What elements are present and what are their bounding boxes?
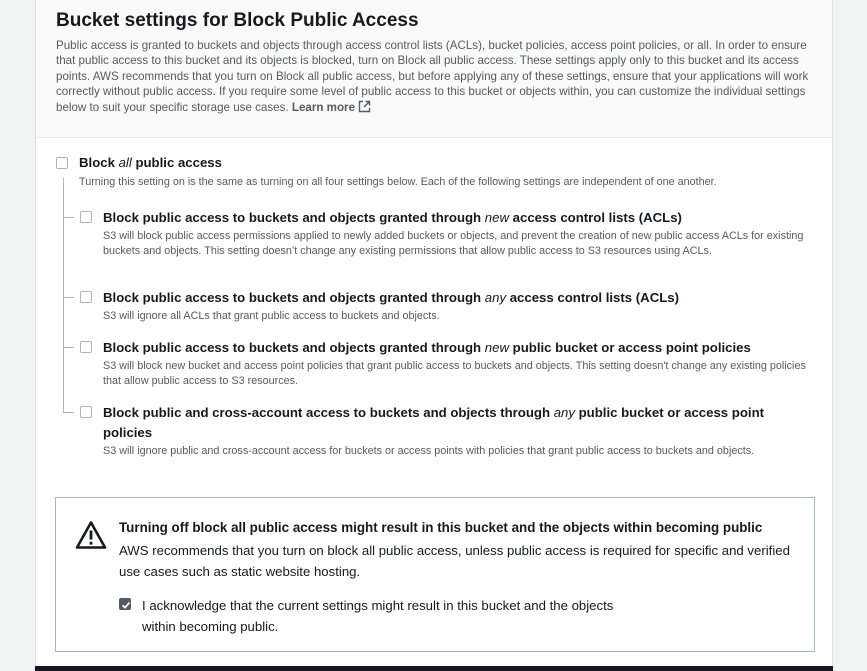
option-label-pre: Block public access to buckets and objec… [103,340,485,355]
acknowledge-label: I acknowledge that the current settings … [142,598,614,634]
warning-title: Turning off block all public access migh… [119,520,763,535]
tree-branch [63,297,74,298]
option-new-policies-checkbox[interactable] [80,341,92,353]
option-label-em: new [484,340,509,355]
option-new-acls-checkbox[interactable] [80,211,92,223]
tree-branch [63,412,74,413]
option-any-policies-checkbox[interactable] [80,406,92,418]
option-label-pre: Block public access to buckets and objec… [103,290,485,305]
option-new-policies-description: S3 will block new bucket and access poin… [103,360,806,387]
block-all-checkbox[interactable] [56,157,68,169]
warning-alert: Turning off block all public access migh… [55,497,815,652]
block-all-label-em: all [118,155,132,170]
panel-header: Bucket settings for Block Public Access … [36,0,832,138]
option-label-post: access control lists (ACLs) [506,290,680,305]
section-title: Bucket settings for Block Public Access [56,10,419,31]
option-label-em: new [484,210,509,225]
block-all-label-pre: Block [79,155,119,170]
warning-text: AWS recommends that you turn on block al… [119,543,790,579]
option-any-acls-description: S3 will ignore all ACLs that grant publi… [103,310,440,322]
block-all-label: Block all public access [79,155,222,170]
option-new-policies-label: Block public access to buckets and objec… [103,340,751,355]
option-any-acls-checkbox[interactable] [80,291,92,303]
warning-triangle-icon [75,520,107,555]
option-any-policies-label-line2: policies [103,425,153,440]
section-description: Public access is granted to buckets and … [56,38,816,117]
tree-connector [63,178,64,412]
block-all-description: Turning this setting on is the same as t… [79,176,717,188]
option-label-post: access control lists (ACLs) [508,210,682,225]
learn-more-label: Learn more [291,100,356,114]
option-any-policies-description: S3 will ignore public and cross-account … [103,445,755,457]
option-label-pre: Block public and cross-account access to… [103,405,554,420]
checkmark-icon [121,601,131,609]
option-new-acls-label: Block public access to buckets and objec… [103,210,682,225]
option-label-em: any [553,405,575,420]
option-label-em: any [484,290,507,305]
learn-more-link[interactable]: Learn more [291,100,371,117]
external-link-icon [358,100,371,117]
option-label-post: public bucket or access point [574,405,765,420]
tree-branch [63,217,74,218]
description-text: Public access is granted to buckets and … [56,39,809,114]
acknowledge-checkbox[interactable] [119,598,131,610]
tree-branch [63,347,74,348]
block-all-label-post: public access [131,155,222,170]
bottom-edge [35,666,833,671]
option-label-post: public bucket or access point policies [508,340,751,355]
option-new-acls-description: S3 will block public access permissions … [103,230,804,257]
option-label-pre: Block public access to buckets and objec… [103,210,485,225]
option-any-policies-label: Block public and cross-account access to… [103,405,764,420]
option-any-acls-label: Block public access to buckets and objec… [103,290,679,305]
